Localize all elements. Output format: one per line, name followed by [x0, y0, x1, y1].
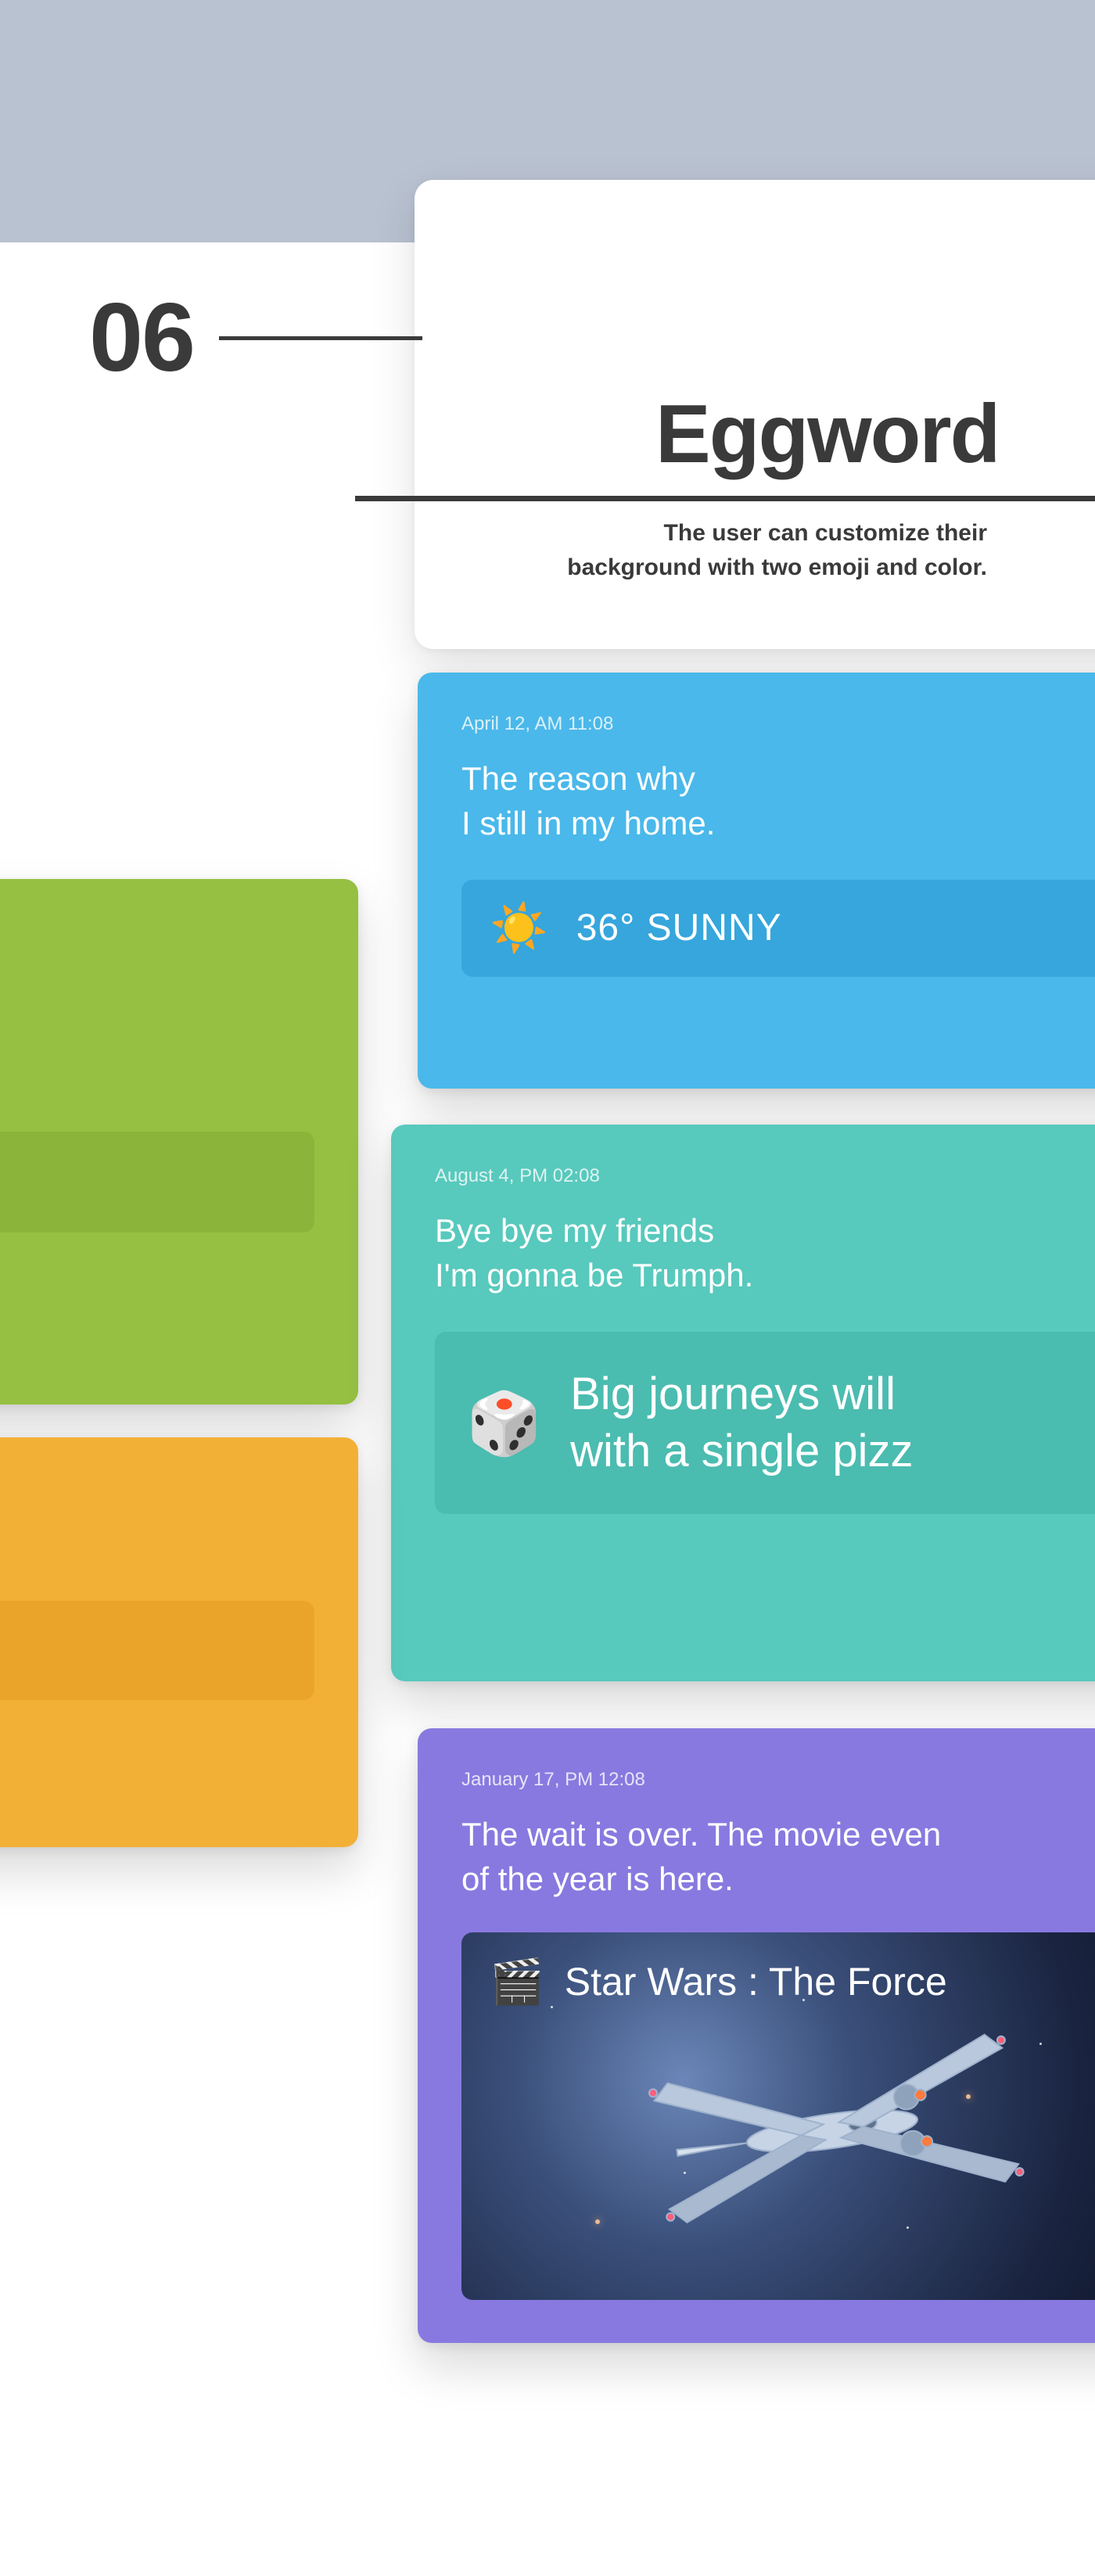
card-date: August 4, PM 02:08 — [435, 1165, 1095, 1187]
star-icon — [595, 2219, 600, 2224]
title-underline — [355, 496, 1095, 501]
card-body: The reason why I still in my home. — [461, 757, 1095, 845]
dice-icon: 🎲 — [466, 1393, 542, 1454]
weather-text: 36° SUNNY — [576, 905, 782, 952]
journey-text: Big journeys will with a single pizz — [570, 1366, 913, 1480]
card-date: April 12, AM 11:08 — [461, 713, 1095, 735]
card-body: bout me. right. I don't want n't want to… — [0, 920, 314, 1097]
star-icon — [1039, 2043, 1042, 2045]
card-body: 't believe till working here. — [0, 1478, 314, 1566]
card-body: Bye bye my friends I'm gonna be Trumph. — [435, 1209, 1095, 1297]
card-weather[interactable]: April 12, AM 11:08 The reason why I stil… — [418, 673, 1095, 1089]
location-chip[interactable]: d, Indonesia — [0, 1601, 314, 1700]
spaceship-graphic — [616, 2002, 1047, 2260]
sun-icon: ☀️ — [490, 905, 548, 952]
canvas: 06 Eggword The user can customize their … — [0, 0, 1095, 2576]
section-number-rule — [219, 336, 422, 340]
dice-chip[interactable]: 🎲 Big journeys will with a single pizz — [435, 1332, 1095, 1514]
author-chip[interactable]: Carol Wyer — [0, 1132, 314, 1232]
card-date: January 17, PM 12:08 — [461, 1769, 1095, 1791]
movie-title-row: 🎬 Star Wars : The Force — [490, 1956, 947, 2007]
movie-preview[interactable]: 🎬 Star Wars : The Force — [461, 1932, 1095, 2300]
star-icon — [907, 2226, 909, 2229]
weather-chip[interactable]: ☀️ 36° SUNNY — [461, 880, 1095, 977]
section-number: 06 — [89, 289, 194, 386]
page-title: Eggword — [655, 387, 999, 482]
clapper-icon: 🎬 — [490, 1956, 544, 2007]
card-location[interactable]: 't believe till working here. d, Indones… — [0, 1437, 358, 1847]
card-journey[interactable]: August 4, PM 02:08 Bye bye my friends I'… — [391, 1125, 1095, 1681]
movie-title: Star Wars : The Force — [565, 1959, 947, 2004]
page-subtitle: The user can customize their background … — [524, 516, 987, 584]
card-quote[interactable]: bout me. right. I don't want n't want to… — [0, 879, 358, 1405]
card-body: The wait is over. The movie even of the … — [461, 1813, 1095, 1901]
card-movie[interactable]: January 17, PM 12:08 The wait is over. T… — [418, 1728, 1095, 2343]
